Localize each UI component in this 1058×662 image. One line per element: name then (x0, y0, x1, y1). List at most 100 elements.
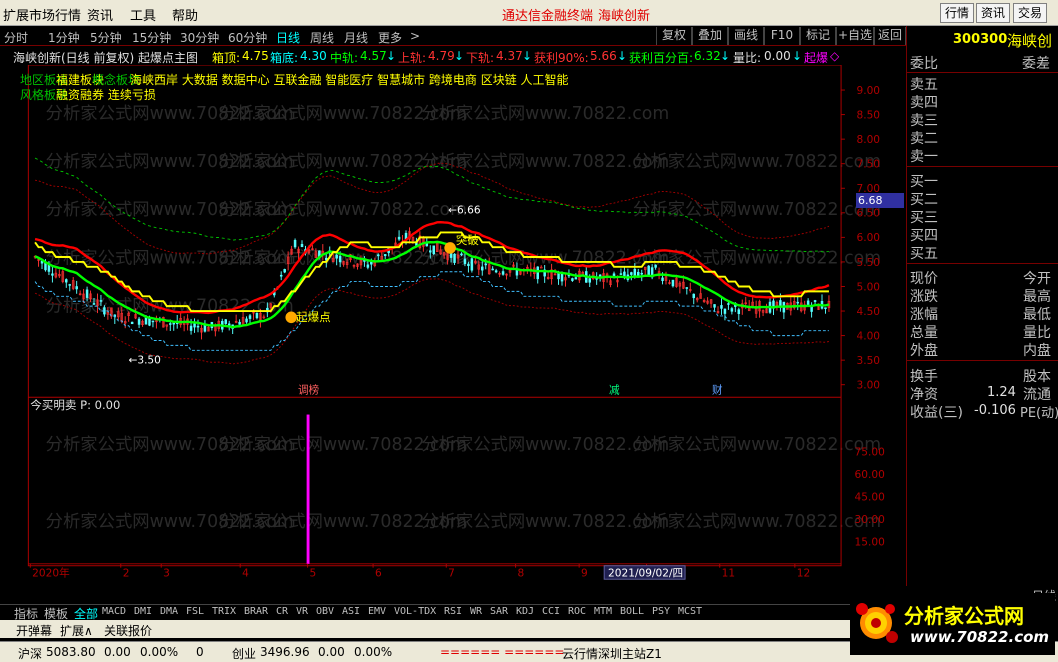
related-quote-tab[interactable]: 关联报价 (104, 622, 152, 639)
indicator-tab-fsl[interactable]: FSL (186, 606, 204, 617)
mark-button[interactable]: 标记 (800, 27, 836, 45)
indicator-tab-sar[interactable]: SAR (490, 606, 508, 617)
danmaku-tab[interactable]: 开弹幕 (16, 622, 52, 639)
period-intraday[interactable]: 分时 (4, 29, 28, 46)
subchart-bar (306, 414, 310, 564)
period-60min[interactable]: 60分钟 (228, 29, 267, 46)
news-button[interactable]: 资讯 (976, 3, 1010, 23)
menu-item-tools[interactable]: 工具 (130, 5, 156, 24)
candle-body (248, 315, 252, 319)
subchart-tick-label: 60.00 (855, 469, 886, 481)
indicator-tab-emv[interactable]: EMV (368, 606, 386, 617)
low-label: 最低 (1023, 307, 1051, 323)
indicator-tab-dma[interactable]: DMA (160, 606, 178, 617)
month-label: 12 (797, 567, 810, 579)
indicator-tab-boll[interactable]: BOLL (620, 606, 644, 617)
kline-chart[interactable]: 分析家公式网www.70822.com 分析家公式网www.70822.com 分析… (0, 65, 906, 585)
price-tick-label: 8.00 (856, 134, 880, 146)
indicator-tab-dmi[interactable]: DMI (134, 606, 152, 617)
menu-item-market[interactable]: 扩展市场行情 (3, 5, 81, 24)
period-1min[interactable]: 1分钟 (48, 29, 80, 46)
profit90-label: 获利90%: (534, 51, 589, 65)
change-label: 涨跌 (910, 289, 938, 305)
price-tick-label: 3.50 (856, 355, 880, 367)
quote-button[interactable]: 行情 (940, 3, 974, 23)
menu-item-help[interactable]: 帮助 (172, 5, 198, 24)
indicator-tab-cr[interactable]: CR (276, 606, 288, 617)
indicator-tab-mcst[interactable]: MCST (678, 606, 702, 617)
candle-body (501, 271, 505, 275)
volume-label: 总量 (910, 325, 938, 341)
explode-label: 起爆 (804, 51, 829, 65)
month-label: 6 (375, 567, 382, 579)
volratio-value: 0.00 (764, 49, 791, 63)
overlay-button[interactable]: 叠加 (692, 27, 728, 45)
outer-label: 外盘 (910, 343, 938, 359)
price-tick-label: 4.50 (856, 306, 880, 318)
indicator-tab-psy[interactable]: PSY (652, 606, 670, 617)
subchart-tick-label: 30.00 (855, 514, 886, 526)
period-5min[interactable]: 5分钟 (90, 29, 122, 46)
price-tick-label: 5.00 (856, 281, 880, 293)
subchart-axis: 75.00 60.00 45.00 30.00 15.00 今买明卖 P: 0.00 (30, 398, 885, 564)
candle-body (283, 269, 286, 273)
candle-body (460, 253, 463, 256)
candle-body (571, 278, 574, 281)
subchart-tick-label: 75.00 (855, 447, 886, 459)
logo-text: 分析家公式网 (904, 604, 1024, 628)
candle-body (654, 264, 657, 268)
down-arrow-icon: ↓ (792, 49, 803, 63)
period-30min[interactable]: 30分钟 (180, 29, 219, 46)
indicator-tab-mtm[interactable]: MTM (594, 606, 612, 617)
candle-body (245, 318, 248, 323)
indicator-tab-macd[interactable]: MACD (102, 606, 126, 617)
expand-tab[interactable]: 扩展∧ (60, 622, 93, 639)
turnover-label: 换手 (910, 369, 938, 385)
back-button[interactable]: 返回 (874, 27, 906, 45)
indicator-tab-vr[interactable]: VR (296, 606, 308, 617)
candle-body (720, 305, 723, 309)
candle-body (189, 325, 193, 331)
period-monthly[interactable]: 月线 (344, 29, 368, 46)
candle-body (623, 271, 626, 277)
watermark-text: 分析家公式网www.70822.com (421, 104, 669, 124)
candle-body (640, 272, 643, 275)
watermark-text: 分析家公式网www.70822.com (219, 200, 467, 220)
menu-item-news[interactable]: 资讯 (87, 5, 113, 24)
period-daily[interactable]: 日线 (276, 29, 300, 46)
indicator-tab-wr[interactable]: WR (470, 606, 482, 617)
cy-label: 创业 (232, 647, 257, 661)
indicator-tab-kdj[interactable]: KDJ (516, 606, 534, 617)
low-price-label: ←3.50 (128, 355, 161, 367)
mid-value: 4.57 (360, 49, 387, 63)
candle-body (238, 321, 241, 325)
indicator-tab-rsi[interactable]: RSI (444, 606, 462, 617)
indicator-tab-cci[interactable]: CCI (542, 606, 560, 617)
down-arrow-icon: ↓ (522, 49, 533, 63)
f10-button[interactable]: F10 (764, 27, 800, 45)
open-label: 今开 (1023, 271, 1051, 287)
candle-body (169, 323, 172, 325)
add-watchlist-button[interactable]: +自选 (836, 27, 874, 45)
indicator-tab-brar[interactable]: BRAR (244, 606, 268, 617)
candle-body (68, 284, 71, 286)
drawline-button[interactable]: 画线 (728, 27, 764, 45)
candle-body (619, 273, 623, 275)
trade-button[interactable]: 交易 (1013, 3, 1047, 23)
candle-body (491, 268, 494, 271)
indicator-tab-trix[interactable]: TRIX (212, 606, 236, 617)
period-next-arrow[interactable]: > (410, 29, 420, 43)
adjust-button[interactable]: 复权 (656, 27, 692, 45)
indicator-tab-roc[interactable]: ROC (568, 606, 586, 617)
indicator-tab-obv[interactable]: OBV (316, 606, 334, 617)
period-weekly[interactable]: 周线 (310, 29, 334, 46)
upper-value: 4.79 (428, 49, 455, 63)
period-15min[interactable]: 15分钟 (132, 29, 171, 46)
candle-body (172, 322, 175, 325)
menu-bar: 扩展市场行情 资讯 工具 帮助 通达信金融终端 海峡创新 行情 资讯 交易 (0, 0, 1058, 26)
indicator-tab-asi[interactable]: ASI (342, 606, 360, 617)
indicator-tab-vol-tdx[interactable]: VOL-TDX (394, 606, 436, 617)
candle-body (397, 236, 401, 240)
period-more[interactable]: 更多 (378, 29, 402, 46)
watermark-text: 分析家公式网www.70822.com (421, 435, 669, 455)
